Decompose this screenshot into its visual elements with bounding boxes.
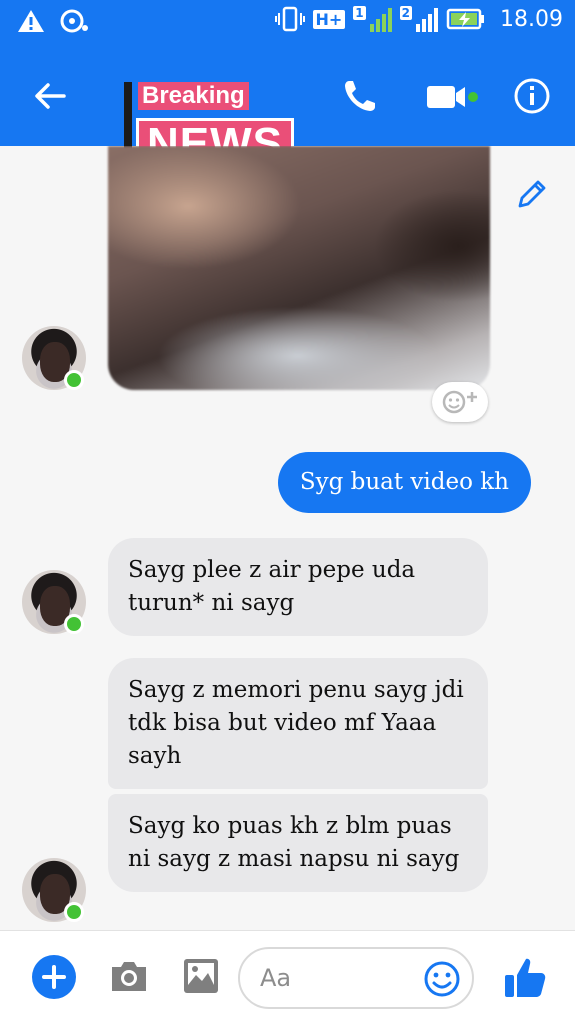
video-call-icon[interactable] — [425, 78, 481, 114]
overlay-breaking-text: Breaking — [138, 82, 249, 110]
online-status-dot — [64, 370, 84, 390]
signal-sim1-icon: 1 — [353, 6, 392, 32]
online-status-dot — [64, 614, 84, 634]
message-composer — [0, 930, 575, 1023]
edit-pencil-icon[interactable] — [514, 176, 550, 212]
sim2-label: 2 — [399, 6, 413, 20]
outgoing-message[interactable]: Syg buat video kh — [277, 452, 531, 513]
thumbs-up-icon[interactable] — [502, 955, 548, 1001]
conversation-header: Breaking NEWS — [0, 46, 575, 174]
sim1-label: 1 — [353, 6, 366, 20]
online-status-dot — [64, 902, 84, 922]
network-type-badge: H+ — [312, 9, 346, 29]
incoming-message[interactable]: Sayg z memori penu sayg jdi tdk bisa but… — [108, 658, 488, 789]
emoji-icon[interactable] — [422, 959, 462, 999]
smiley-plus-icon — [442, 390, 477, 414]
plus-icon[interactable] — [32, 955, 76, 999]
incoming-message[interactable]: Sayg plee z air pepe uda turun* ni sayg — [108, 538, 488, 636]
status-bar: H+ 1 2 18.09 — [0, 0, 575, 46]
add-reaction-button[interactable] — [432, 382, 488, 422]
info-icon[interactable] — [512, 76, 552, 116]
sync-icon — [60, 9, 88, 33]
vibrate-icon — [274, 6, 305, 32]
warning-icon — [18, 10, 44, 32]
signal-sim2-icon: 2 — [399, 6, 439, 32]
camera-icon[interactable] — [108, 957, 150, 995]
message-list[interactable]: Syg buat video kh Sayg plee z air pepe u… — [0, 146, 575, 930]
gallery-icon[interactable] — [182, 957, 220, 995]
phone-call-icon[interactable] — [340, 76, 380, 116]
shared-video-message[interactable] — [108, 146, 490, 390]
incoming-message[interactable]: Sayg ko puas kh z blm puas ni sayg z mas… — [108, 794, 488, 892]
clock: 18.09 — [500, 6, 563, 32]
battery-charging-icon — [446, 8, 485, 30]
plus-glyph — [42, 965, 66, 989]
back-arrow-icon[interactable] — [30, 76, 70, 116]
